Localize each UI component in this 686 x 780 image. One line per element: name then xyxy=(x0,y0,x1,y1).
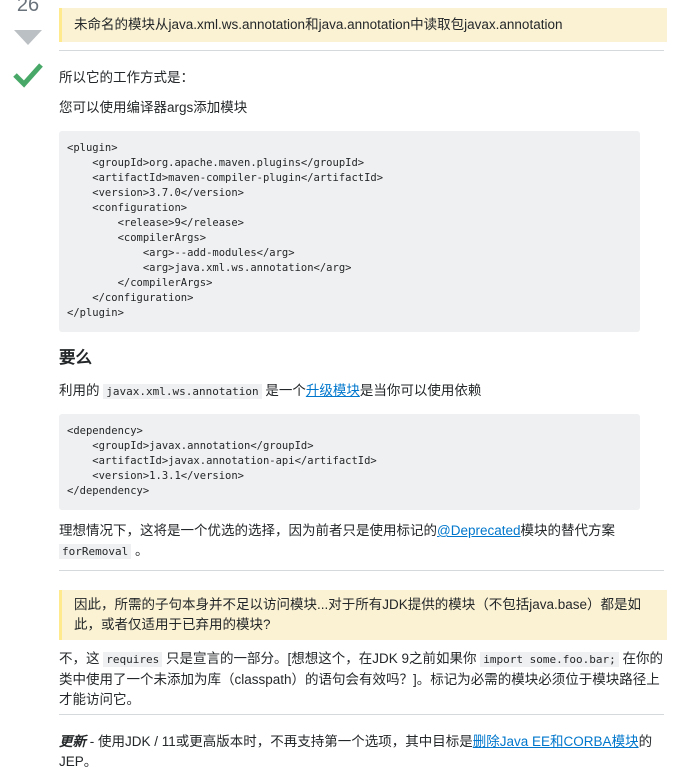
divider xyxy=(59,570,664,571)
paragraph: 更新 - 使用JDK / 11或更高版本时，不再支持第一个选项，其中目标是删除J… xyxy=(59,732,664,772)
quote-text: 未命名的模块从java.xml.ws.annotation和java.annot… xyxy=(74,17,563,32)
text: 不，这 xyxy=(59,651,104,666)
paragraph: 理想情况下，这将是一个优选的选择，因为前者只是使用标记的@Deprecated模… xyxy=(59,521,664,562)
code-block-dependency: <dependency> <groupId>javax.annotation</… xyxy=(59,414,640,510)
text: 是当你可以使用依赖 xyxy=(359,383,482,398)
accepted-check-icon xyxy=(13,63,43,88)
text: 利用的 xyxy=(59,383,104,398)
quote-block: 因此，所需的子句本身并不足以访问模块...对于所有JDK提供的模块（不包括jav… xyxy=(59,590,667,640)
section-heading: 要么 xyxy=(59,349,92,367)
text: 只是宣言的一部分。[想想这个，在JDK 9之前如果你 xyxy=(162,651,481,666)
text: 是一个 xyxy=(261,383,306,398)
text: 。 xyxy=(131,543,149,558)
remove-javaee-corba-link[interactable]: 删除Java EE和CORBA模块 xyxy=(473,734,639,749)
code-block-plugin: <plugin> <groupId>org.apache.maven.plugi… xyxy=(59,131,640,332)
deprecated-link[interactable]: @Deprecated xyxy=(437,523,521,538)
inline-code: forRemoval xyxy=(59,544,132,559)
inline-code: import some.foo.bar; xyxy=(480,652,619,667)
inline-code: javax.xml.ws.annotation xyxy=(103,384,262,399)
vote-count: 26 xyxy=(16,0,40,16)
quote-block: 未命名的模块从java.xml.ws.annotation和java.annot… xyxy=(59,8,667,42)
divider xyxy=(59,714,664,715)
downvote-arrow-icon[interactable] xyxy=(14,30,42,46)
paragraph: 利用的 javax.xml.ws.annotation 是一个升级模块是当你可以… xyxy=(59,381,664,402)
quote-text: 因此，所需的子句本身并不足以访问模块...对于所有JDK提供的模块（不包括jav… xyxy=(74,597,642,632)
update-label: 更新 xyxy=(59,734,86,749)
upgradeable-module-link[interactable]: 升级模块 xyxy=(306,383,360,398)
divider xyxy=(59,50,664,51)
text: - 使用JDK / 11或更高版本时，不再支持第一个选项，其中目标是 xyxy=(86,734,473,749)
paragraph: 不，这 requires 只是宣言的一部分。[想想这个，在JDK 9之前如果你 … xyxy=(59,649,664,710)
inline-code: requires xyxy=(103,652,163,667)
text: 理想情况下，这将是一个优选的选择，因为前者只是使用标记的 xyxy=(59,523,437,538)
paragraph: 所以它的工作方式是： xyxy=(59,70,194,85)
text: 模块的替代方案 xyxy=(520,523,616,538)
paragraph: 您可以使用编译器args添加模块 xyxy=(59,100,248,115)
